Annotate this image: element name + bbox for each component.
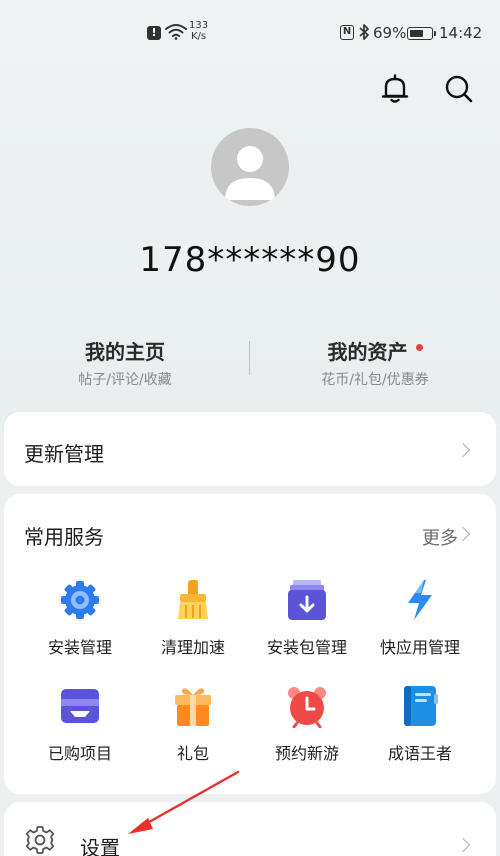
- chevron-right-icon: [455, 442, 471, 458]
- service-idiom-king[interactable]: 成语王者: [360, 684, 480, 764]
- service-purchased-items[interactable]: 已购项目: [20, 684, 140, 764]
- purchased-icon: [61, 689, 99, 723]
- settings-gear-icon: [25, 826, 55, 854]
- package-icon: [288, 580, 326, 620]
- battery-icon: [407, 27, 436, 40]
- notification-alert-icon: !: [147, 26, 161, 40]
- service-install-management[interactable]: 安装管理: [20, 578, 140, 658]
- account-phone-number[interactable]: 178******90: [0, 240, 500, 280]
- service-label: 安装包管理: [266, 638, 347, 657]
- service-clean-boost[interactable]: 清理加速: [133, 578, 253, 658]
- avatar[interactable]: [211, 128, 289, 206]
- bell-icon[interactable]: [378, 72, 412, 106]
- common-services-title: 常用服务: [24, 525, 104, 549]
- service-label: 预约新游: [274, 744, 339, 763]
- alarm-clock-icon: [288, 687, 326, 728]
- network-speed: 133 K/s: [189, 20, 208, 42]
- gear-icon: [61, 581, 99, 619]
- status-bar: ! 133 K/s N 69% 14:42: [0, 18, 500, 50]
- service-gift-pack[interactable]: 礼包: [133, 684, 253, 764]
- chevron-right-icon: [455, 837, 471, 853]
- network-speed-value: 133: [189, 20, 209, 31]
- my-homepage-entry[interactable]: 我的主页 帖子/评论/收藏: [0, 336, 250, 389]
- update-management-label: 更新管理: [24, 442, 104, 466]
- service-label: 快应用管理: [379, 638, 460, 657]
- broom-icon: [178, 580, 208, 619]
- chevron-right-icon[interactable]: [455, 526, 471, 542]
- update-management-row[interactable]: 更新管理: [4, 412, 496, 486]
- service-package-management[interactable]: 安装包管理: [247, 578, 367, 658]
- battery-fill: [409, 29, 424, 37]
- settings-label: 设置: [80, 836, 120, 856]
- gift-icon: [175, 688, 211, 726]
- battery-percent: 69%: [373, 24, 407, 42]
- book-icon: [404, 686, 438, 726]
- common-services-card: 常用服务 更多 安装管理 清理加速 安装包管理 快应用管理 已购项目 礼包 预约…: [4, 494, 496, 794]
- my-homepage-title: 我的主页: [85, 340, 165, 364]
- wifi-icon: [165, 24, 187, 40]
- search-icon[interactable]: [442, 72, 476, 106]
- default-user-icon: [225, 146, 275, 200]
- my-assets-title: 我的资产: [327, 340, 408, 364]
- service-reserve-new-games[interactable]: 预约新游: [247, 684, 367, 764]
- nfc-icon: N: [340, 25, 354, 40]
- service-label: 成语王者: [387, 744, 452, 763]
- service-label: 已购项目: [47, 744, 112, 763]
- service-label: 安装管理: [47, 638, 112, 657]
- red-dot-badge: [415, 344, 423, 351]
- lightning-icon: [408, 580, 432, 620]
- settings-row[interactable]: 设置: [4, 802, 496, 856]
- bluetooth-icon: [359, 24, 369, 40]
- more-services-link[interactable]: 更多: [422, 524, 458, 550]
- clock-time: 14:42: [439, 24, 483, 42]
- service-label: 礼包: [176, 744, 209, 763]
- my-assets-entry[interactable]: 我的资产 花币/礼包/优惠券: [250, 336, 500, 389]
- network-speed-unit: K/s: [190, 31, 207, 42]
- my-homepage-subtitle: 帖子/评论/收藏: [78, 372, 172, 388]
- my-assets-subtitle: 花币/礼包/优惠券: [321, 372, 429, 388]
- service-label: 清理加速: [160, 638, 225, 657]
- service-quick-app-management[interactable]: 快应用管理: [360, 578, 480, 658]
